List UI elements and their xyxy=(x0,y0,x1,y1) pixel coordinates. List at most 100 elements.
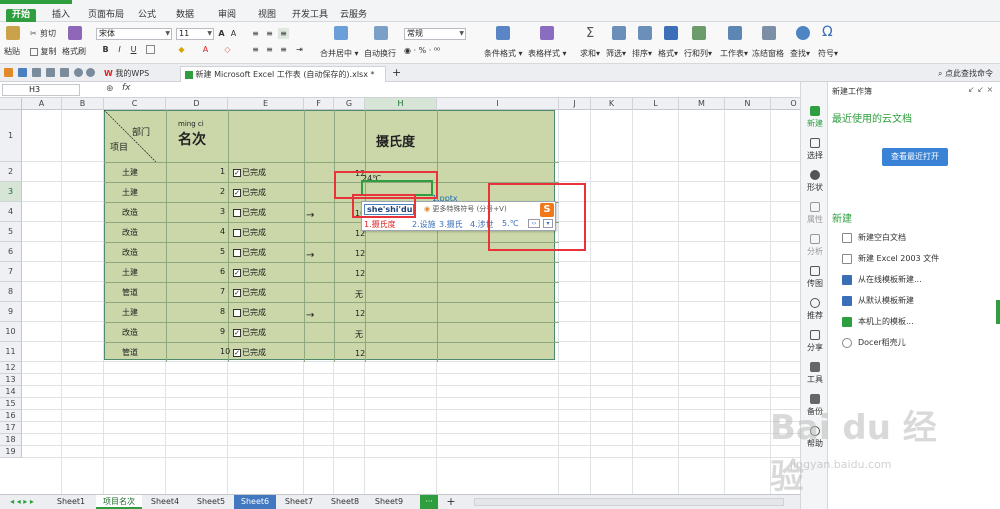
checkbox-unchecked-icon[interactable] xyxy=(233,228,241,237)
cell-arrow[interactable]: → xyxy=(306,210,314,221)
tab-home[interactable]: 开始 xyxy=(6,9,37,22)
rail-upload-image[interactable]: 传图 xyxy=(801,266,829,289)
percent-format-icon[interactable]: ◉ · % · ⁰⁰ xyxy=(404,46,440,55)
format-icon[interactable] xyxy=(664,26,678,40)
format-button[interactable]: 格式▾ xyxy=(658,48,678,59)
clear-format-icon[interactable]: ◇ xyxy=(222,44,233,55)
cell-g-value[interactable]: 12 xyxy=(355,249,365,258)
view-recent-button[interactable]: 查看最近打开 xyxy=(882,148,948,166)
tab-formulas[interactable]: 公式 xyxy=(132,9,162,22)
row-header-4[interactable]: 4 xyxy=(0,202,22,222)
italic-icon[interactable]: I xyxy=(114,44,125,55)
fill-color-icon[interactable]: ◆ xyxy=(176,44,187,55)
cell-status[interactable]: 已完成 xyxy=(233,307,266,318)
cell-status[interactable]: ✓ 已完成 xyxy=(233,267,266,278)
tab-insert[interactable]: 插入 xyxy=(46,9,76,22)
column-header-k[interactable]: K xyxy=(591,98,633,110)
spreadsheet-grid[interactable]: ABCDEFGHIJKLMNO 1 2 3 4 5 6 7 8 9 10 11 12 13 14 15 16 1… xyxy=(0,98,800,494)
underline-icon[interactable]: U xyxy=(128,44,139,55)
checkbox-unchecked-icon[interactable] xyxy=(233,208,241,217)
new-blank-doc-link[interactable]: 新建空白文档 xyxy=(842,232,906,243)
local-template-link[interactable]: 本机上的模板... xyxy=(842,316,914,327)
worksheet-button[interactable]: 工作表▾ xyxy=(720,48,748,59)
cell-rank[interactable]: 3 xyxy=(220,207,225,216)
symbol-button[interactable]: 符号▾ xyxy=(818,48,838,59)
docer-link[interactable]: Docer稻壳儿 xyxy=(842,337,906,348)
more-sheets-icon[interactable]: ··· xyxy=(420,495,438,509)
doc-tab-mywps[interactable]: W 我的WPS xyxy=(100,66,176,82)
column-header-g[interactable]: G xyxy=(334,98,365,110)
checkbox-checked-icon[interactable]: ✓ xyxy=(233,348,241,357)
row-header-9[interactable]: 9 xyxy=(0,302,22,322)
bold-icon[interactable]: B xyxy=(100,44,111,55)
column-header-l[interactable]: L xyxy=(633,98,679,110)
save-icon[interactable] xyxy=(18,68,27,77)
tab-cloud[interactable]: 云服务 xyxy=(334,9,373,22)
cell-status[interactable]: ✓ 已完成 xyxy=(233,287,266,298)
rows-cols-icon[interactable] xyxy=(692,26,706,40)
rail-select[interactable]: 选择 xyxy=(801,138,829,161)
border-icon[interactable] xyxy=(146,45,155,54)
row-header-8[interactable]: 8 xyxy=(0,282,22,302)
name-box[interactable]: H3 xyxy=(2,84,80,96)
cell-g-value[interactable]: 12 xyxy=(355,309,365,318)
column-header-a[interactable]: A xyxy=(22,98,62,110)
rail-properties[interactable]: 属性 xyxy=(801,202,829,225)
command-search[interactable]: ⌕ 点此查找命令 xyxy=(934,66,993,82)
font-size-select[interactable]: 11 ▼ xyxy=(176,28,214,40)
font-shrink-icon[interactable]: A xyxy=(228,28,239,39)
cell-rank[interactable]: 1 xyxy=(220,167,225,176)
filter-button[interactable]: 筛选▾ xyxy=(606,48,626,59)
conditional-format-icon[interactable] xyxy=(496,26,510,40)
omega-icon[interactable]: Ω xyxy=(822,24,833,40)
format-painter-button[interactable]: 格式刷 xyxy=(62,46,86,57)
cell-dept[interactable]: 管道 xyxy=(122,347,138,358)
cell-g-value[interactable]: 12 xyxy=(355,269,365,278)
column-header-f[interactable]: F xyxy=(304,98,334,110)
sheet-tab-sheet4[interactable]: Sheet4 xyxy=(144,495,186,509)
align-center-icon[interactable]: ≡ xyxy=(264,44,275,55)
conditional-format-button[interactable]: 条件格式 ▾ xyxy=(484,48,523,59)
undo-icon[interactable] xyxy=(74,68,83,77)
ime-candidate-1[interactable]: 1.摄氏度 xyxy=(364,219,396,230)
column-header-j[interactable]: J xyxy=(559,98,591,110)
row-header-6[interactable]: 6 xyxy=(0,242,22,262)
ime-candidate-2[interactable]: 2.设施 xyxy=(412,219,436,230)
column-header-c[interactable]: C xyxy=(104,98,166,110)
cell-dept[interactable]: 改造 xyxy=(122,227,138,238)
doc-tab-current[interactable]: 新建 Microsoft Excel 工作表 (自动保存的).xlsx * xyxy=(180,66,386,82)
pane-collapse-handle[interactable] xyxy=(996,300,1000,324)
cell-arrow[interactable]: → xyxy=(306,310,314,321)
cell-status[interactable]: ✓ 已完成 xyxy=(233,347,266,358)
column-header-b[interactable]: B xyxy=(62,98,104,110)
ime-candidate-3[interactable]: 3.摄氏 xyxy=(439,219,463,230)
cell-status[interactable]: 已完成 xyxy=(233,207,266,218)
cell-dept[interactable]: 土建 xyxy=(122,307,138,318)
checkbox-checked-icon[interactable]: ✓ xyxy=(233,168,241,177)
cut-button[interactable]: ✂ 剪切 xyxy=(30,28,56,39)
sum-button[interactable]: 求和▾ xyxy=(580,48,600,59)
cell-status[interactable]: 已完成 xyxy=(233,247,266,258)
sort-button[interactable]: 排序▾ xyxy=(632,48,652,59)
sheet-tab-project-rank[interactable]: 项目名次 xyxy=(96,495,142,509)
sheet-nav-arrows-icon[interactable]: ◂ ◂ ▸ ▸ xyxy=(4,495,40,509)
new-tab-button[interactable]: + xyxy=(388,66,401,82)
find-button[interactable]: 查找▾ xyxy=(790,48,810,59)
checkbox-unchecked-icon[interactable] xyxy=(233,248,241,257)
cell-dept[interactable]: 管道 xyxy=(122,287,138,298)
export-icon[interactable] xyxy=(60,68,69,77)
tab-developer[interactable]: 开发工具 xyxy=(286,9,334,22)
column-header-n[interactable]: N xyxy=(725,98,771,110)
cell-g-value[interactable]: 无 xyxy=(355,329,363,340)
row-header-2[interactable]: 2 xyxy=(0,162,22,182)
cell-dept[interactable]: 土建 xyxy=(122,167,138,178)
new-excel-2003-link[interactable]: 新建 Excel 2003 文件 xyxy=(842,253,939,264)
cell-rank[interactable]: 8 xyxy=(220,307,225,316)
table-style-icon[interactable] xyxy=(540,26,554,40)
zoom-icon[interactable]: ⊕ xyxy=(106,84,114,94)
column-header-o[interactable]: O xyxy=(771,98,800,110)
align-bottom-icon[interactable]: ≡ xyxy=(278,28,289,39)
cell-rank[interactable]: 7 xyxy=(220,287,225,296)
merge-center-button[interactable]: 合并居中 ▾ xyxy=(320,48,359,59)
select-all-corner[interactable] xyxy=(0,98,22,110)
